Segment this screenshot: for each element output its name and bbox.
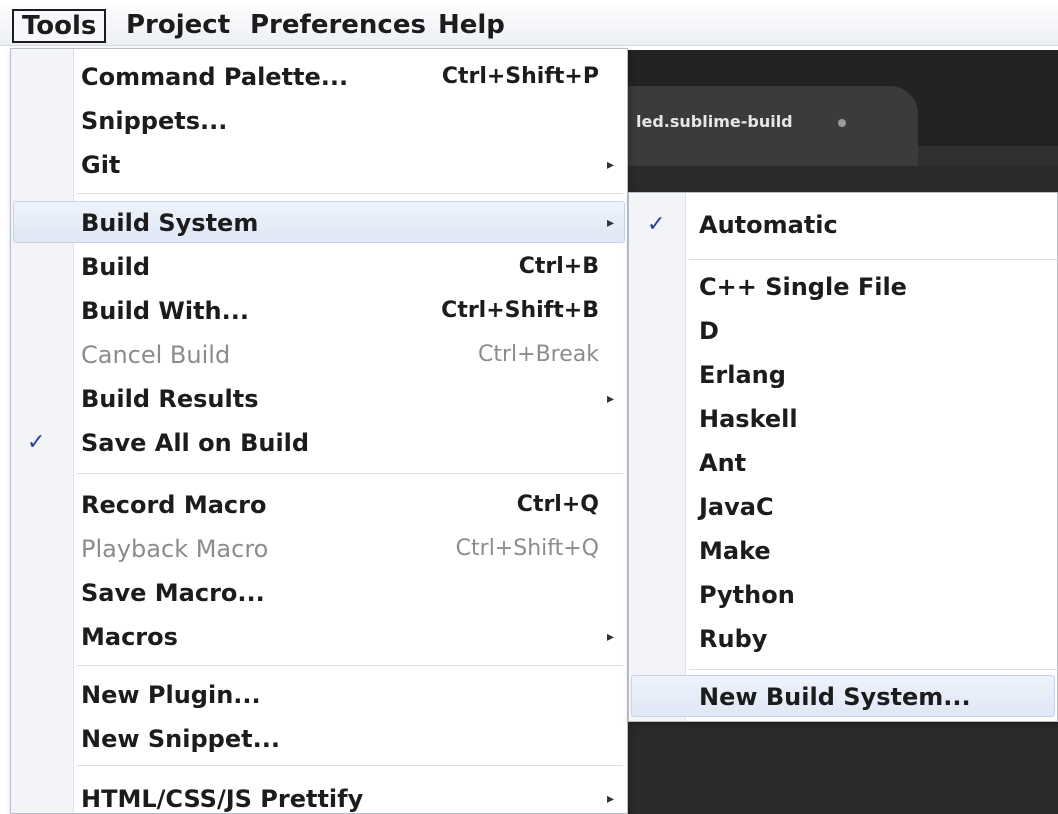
build-system-item[interactable]: D [699,309,719,353]
submenu-arrow-icon: ▸ [607,791,615,807]
build-system-automatic[interactable]: Automatic [699,203,838,247]
build-system-new[interactable]: New Build System... [699,675,971,719]
editor-tab-label: led.sublime-build [636,112,793,131]
menu-separator [77,193,623,194]
editor-tab[interactable]: led.sublime-build [628,86,918,166]
menu-item-new-plugin[interactable]: New Plugin... [81,673,261,717]
menu-separator [689,669,1058,670]
menu-item-cancel-build: Cancel Build [81,341,231,369]
menubar-preferences[interactable]: Preferences [250,8,426,42]
menu-item-save-macro[interactable]: Save Macro... [81,571,265,615]
build-system-item[interactable]: Ant [699,441,746,485]
submenu-arrow-icon: ▸ [607,391,615,407]
build-system-item[interactable]: Haskell [699,397,798,441]
build-menu-gutter [629,193,686,721]
menubar-tools[interactable]: Tools [12,9,107,43]
shortcut-cancel-build: Ctrl+Break [478,342,599,367]
menu-separator [689,259,1058,260]
menubar-project[interactable]: Project [126,8,230,42]
checkmark-icon: ✓ [647,212,666,237]
unsaved-dot-icon [838,119,846,127]
build-system-item[interactable]: Python [699,573,795,617]
menu-item-command-palette[interactable]: Command Palette... [81,55,348,99]
menu-separator [77,765,623,766]
build-system-item[interactable]: Ruby [699,617,767,661]
menu-item-build-with[interactable]: Build With... [81,289,249,333]
submenu-arrow-icon: ▸ [607,629,615,645]
menu-item-build-system[interactable]: Build System [81,201,258,245]
submenu-arrow-icon: ▸ [607,215,615,231]
editor-tab-bar: led.sublime-build [628,50,1058,166]
menu-item-build[interactable]: Build [81,245,150,289]
menu-item-new-snippet[interactable]: New Snippet... [81,717,280,761]
build-system-item[interactable]: Erlang [699,353,786,397]
shortcut-command-palette: Ctrl+Shift+P [441,64,599,89]
menu-bar: Tools Project Preferences Help [0,0,1058,46]
menu-item-record-macro[interactable]: Record Macro [81,483,266,527]
shortcut-record-macro: Ctrl+Q [516,492,599,517]
shortcut-build-with: Ctrl+Shift+B [441,298,599,323]
checkmark-icon: ✓ [27,430,46,455]
build-system-item[interactable]: Make [699,529,771,573]
menu-item-prettify[interactable]: HTML/CSS/JS Prettify [81,777,363,814]
menu-item-git[interactable]: Git [81,143,120,187]
menubar-help[interactable]: Help [438,8,505,42]
menu-item-snippets[interactable]: Snippets... [81,99,227,143]
menu-item-playback-macro: Playback Macro [81,535,269,563]
shortcut-playback-macro: Ctrl+Shift+Q [455,536,599,561]
screen: led.sublime-build Tools Project Preferen… [0,0,1058,814]
tools-menu: Command Palette... Ctrl+Shift+P Snippets… [10,48,628,814]
submenu-arrow-icon: ▸ [607,157,615,173]
menu-item-macros[interactable]: Macros [81,615,178,659]
build-system-submenu: ✓ Automatic C++ Single File D Erlang Has… [628,192,1058,722]
shortcut-build: Ctrl+B [518,254,599,279]
menu-item-build-results[interactable]: Build Results [81,377,258,421]
menu-separator [77,665,623,666]
build-system-item[interactable]: C++ Single File [699,265,907,309]
build-system-item[interactable]: JavaC [699,485,774,529]
menu-separator [77,473,623,474]
menu-item-save-all-on-build[interactable]: Save All on Build [81,421,309,465]
